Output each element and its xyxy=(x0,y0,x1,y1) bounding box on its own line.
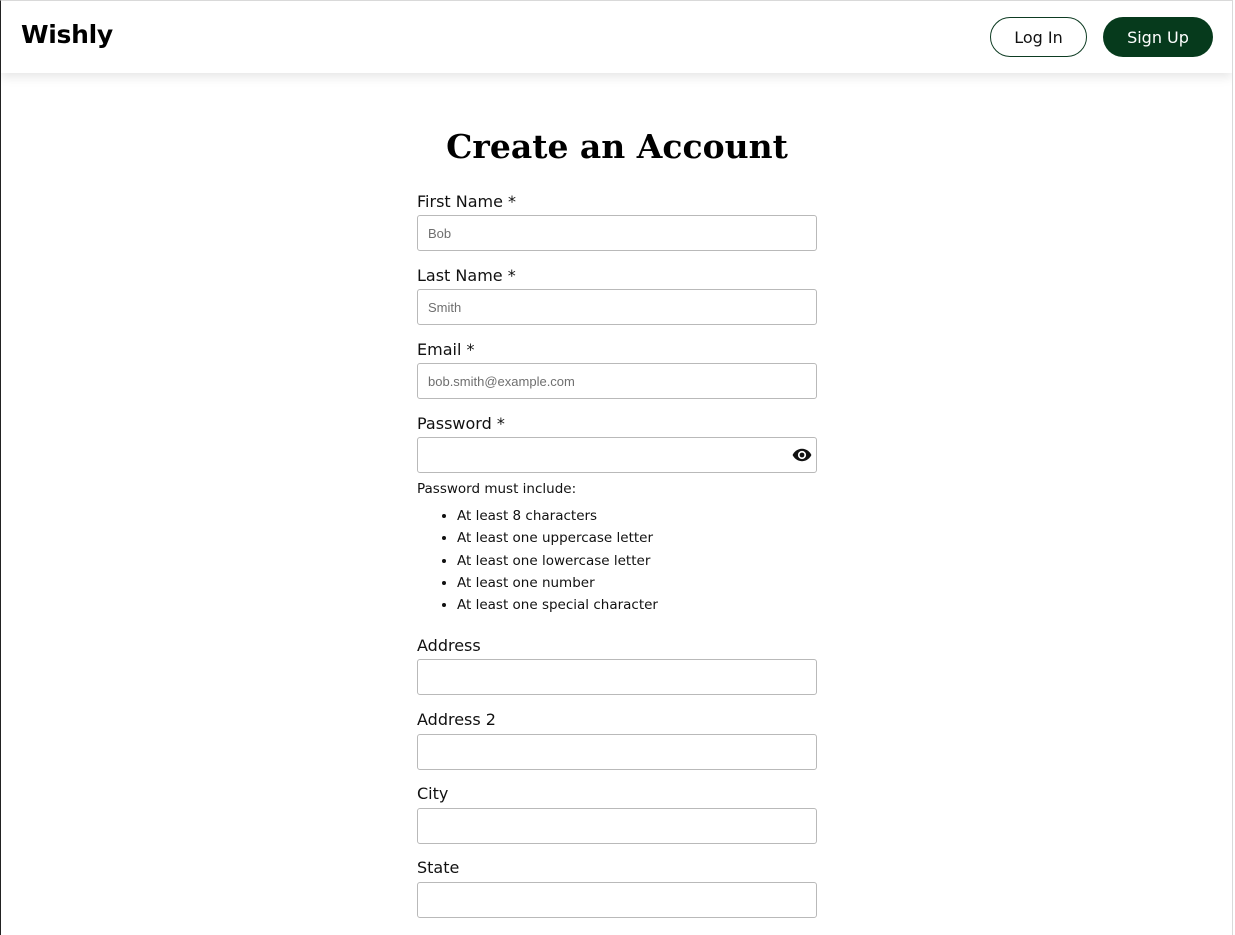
password-requirements-heading: Password must include: xyxy=(417,481,577,497)
password-label: Password * xyxy=(417,414,505,433)
page-title: Create an Account xyxy=(446,127,788,166)
last-name-label: Last Name * xyxy=(417,266,516,285)
password-rule: At least one number xyxy=(457,572,658,594)
first-name-input[interactable] xyxy=(417,215,817,251)
address2-label: Address 2 xyxy=(417,710,496,729)
top-navbar: Wishly Log In Sign Up xyxy=(1,1,1232,73)
email-input[interactable] xyxy=(417,363,817,399)
brand-logo[interactable]: Wishly xyxy=(21,20,113,49)
password-rule: At least one lowercase letter xyxy=(457,550,658,572)
email-label: Email * xyxy=(417,340,475,359)
first-name-label: First Name * xyxy=(417,192,517,211)
browser-viewport: Wishly Log In Sign Up Create an Account … xyxy=(0,0,1233,935)
password-rule: At least 8 characters xyxy=(457,505,658,527)
address-label: Address xyxy=(417,636,481,655)
eye-icon[interactable] xyxy=(791,444,813,466)
password-requirements-list: At least 8 characters At least one upper… xyxy=(417,505,658,616)
login-button[interactable]: Log In xyxy=(990,17,1087,57)
address-input[interactable] xyxy=(417,659,817,695)
address2-input[interactable] xyxy=(417,734,817,770)
password-rule: At least one uppercase letter xyxy=(457,527,658,549)
state-input[interactable] xyxy=(417,882,817,918)
state-label: State xyxy=(417,858,460,877)
last-name-input[interactable] xyxy=(417,289,817,325)
password-rule: At least one special character xyxy=(457,594,658,616)
city-input[interactable] xyxy=(417,808,817,844)
signup-button[interactable]: Sign Up xyxy=(1103,17,1213,57)
password-input[interactable] xyxy=(417,437,817,473)
city-label: City xyxy=(417,784,449,803)
